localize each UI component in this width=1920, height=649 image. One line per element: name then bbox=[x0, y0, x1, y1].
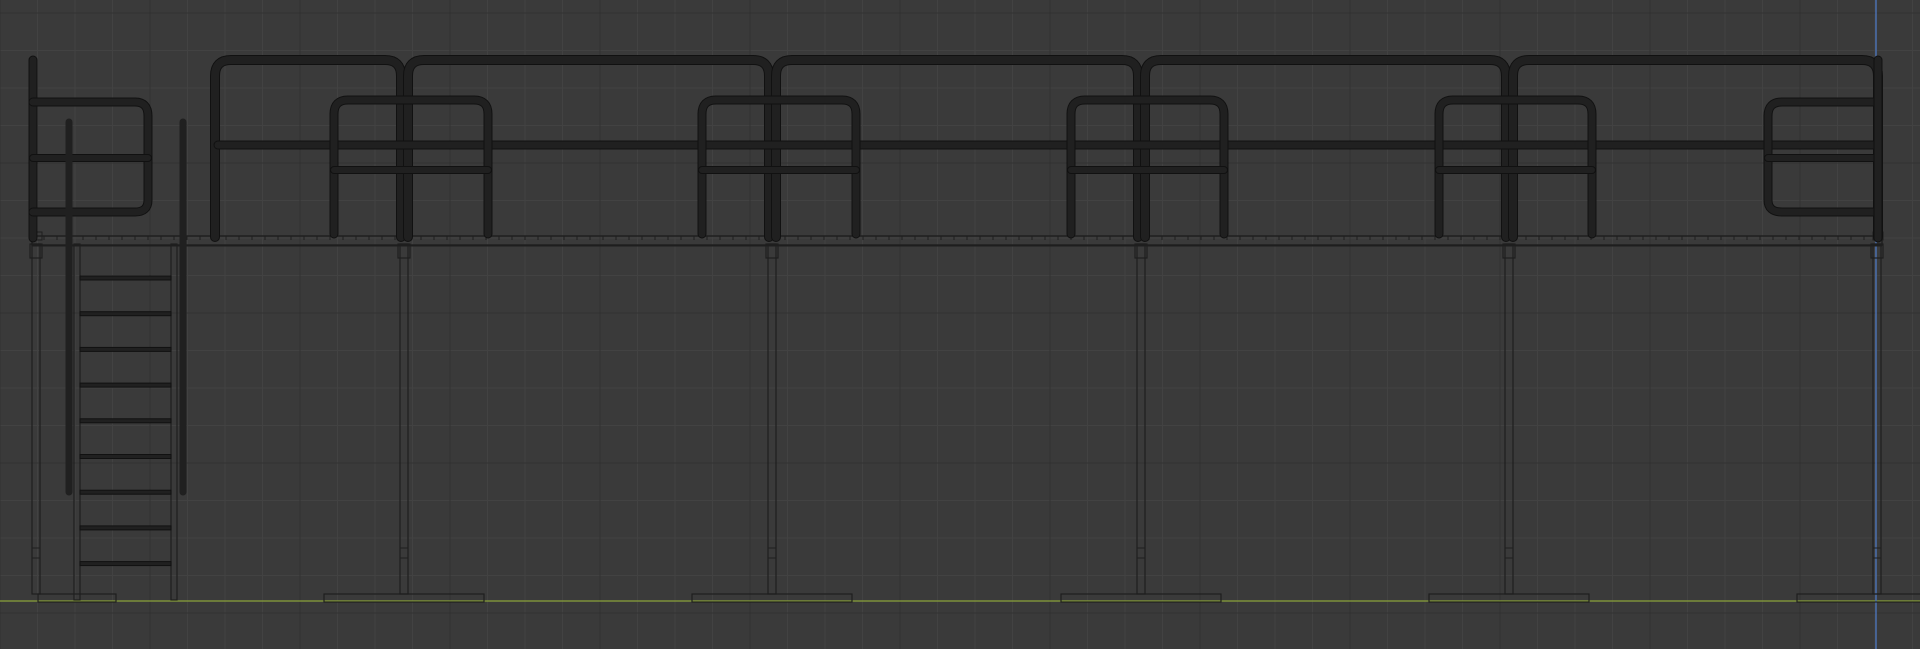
ladder-rung bbox=[79, 311, 172, 317]
3d-viewport[interactable] bbox=[0, 0, 1920, 649]
ladder-rung bbox=[79, 346, 172, 352]
post-collar bbox=[1136, 547, 1146, 559]
ladder-rung bbox=[79, 454, 172, 459]
support-post bbox=[767, 243, 777, 595]
post-collar bbox=[1872, 547, 1882, 559]
ladder-rung bbox=[79, 561, 172, 567]
ladder-rung bbox=[79, 418, 172, 424]
post-collar bbox=[31, 547, 41, 559]
grid-major-lines bbox=[0, 0, 1920, 649]
support-post bbox=[1504, 243, 1514, 595]
guard-railings bbox=[28, 55, 1883, 243]
post-collar bbox=[767, 547, 777, 559]
post-collar bbox=[1504, 547, 1514, 559]
ladder-rung bbox=[79, 382, 172, 388]
support-post bbox=[399, 243, 409, 595]
access-ladder bbox=[65, 118, 187, 601]
support-post bbox=[1872, 243, 1882, 595]
platform-deck bbox=[31, 231, 1884, 247]
grid-minor-lines bbox=[0, 0, 1920, 649]
ladder-rung bbox=[79, 489, 172, 495]
support-post bbox=[1136, 243, 1146, 595]
scene-canvas[interactable] bbox=[0, 0, 1920, 649]
ladder-rung bbox=[79, 525, 172, 531]
ladder-stile-right bbox=[170, 243, 178, 601]
support-post bbox=[31, 243, 41, 595]
post-collar bbox=[399, 547, 409, 559]
ladder-rung bbox=[79, 275, 172, 281]
